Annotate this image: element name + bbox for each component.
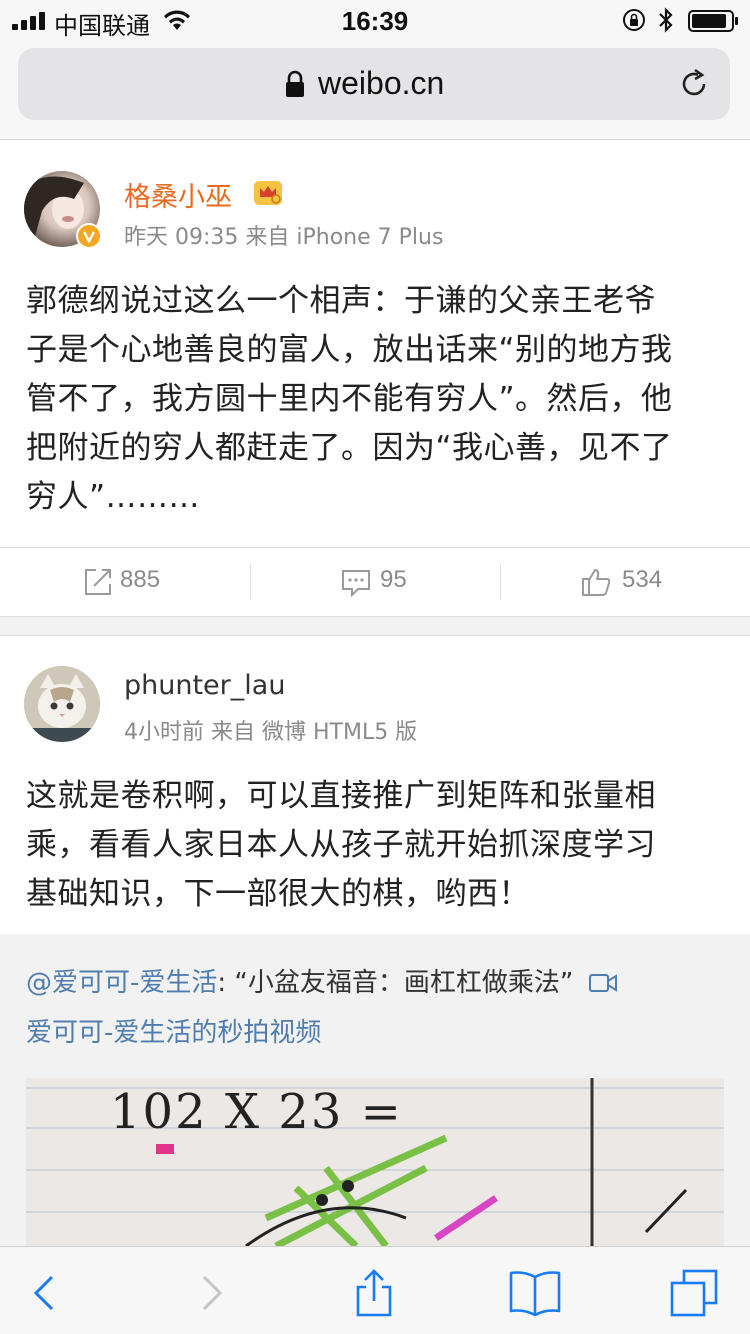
post-body-line: 穷人”……… — [26, 479, 201, 515]
video-source-link[interactable]: 爱可可-爱生活的秒拍视频 — [26, 1014, 321, 1052]
repost-quote: “小盆友福音：画杠杠做乘法” — [234, 968, 574, 998]
comment-button[interactable]: 95 — [250, 548, 500, 616]
like-icon — [582, 569, 611, 596]
repost-line: @爱可可-爱生活: “小盆友福音：画杠杠做乘法” — [26, 964, 618, 1002]
verified-badge-icon — [76, 223, 102, 249]
post-meta: 4小时前 来自 微博 HTML5 版 — [124, 720, 418, 745]
browser-chrome: weibo.cn — [0, 40, 750, 140]
forward-icon[interactable] — [186, 1269, 234, 1317]
address-bar[interactable]: weibo.cn — [18, 48, 730, 120]
post-body-line: 基础知识，下一部很大的棋，哟西！ — [26, 876, 530, 912]
avatar[interactable] — [24, 666, 100, 742]
repost-icon — [85, 569, 111, 595]
browser-toolbar — [0, 1246, 750, 1334]
share-icon[interactable] — [350, 1269, 398, 1317]
quoted-repost[interactable]: @爱可可-爱生活: “小盆友福音：画杠杠做乘法” 爱可可-爱生活的秒拍视频 10… — [0, 934, 750, 1246]
post-meta: 昨天 09:35 来自 iPhone 7 Plus — [124, 225, 444, 250]
video-icon[interactable] — [588, 971, 618, 995]
back-icon[interactable] — [22, 1269, 70, 1317]
avatar-cat — [24, 666, 100, 742]
post-body-line: 乘，看看人家日本人从孩子就开始抓深度学习 — [26, 827, 656, 863]
video-thumbnail[interactable]: 102 X 23 = — [26, 1078, 724, 1246]
crown-badge-icon — [254, 181, 282, 205]
post-actions: 885 95 534 — [0, 548, 750, 616]
like-button[interactable]: 534 — [500, 548, 750, 616]
tabs-icon[interactable] — [670, 1269, 718, 1317]
rotation-lock-icon — [623, 9, 645, 31]
video-caption: 102 X 23 = — [110, 1084, 403, 1140]
username[interactable]: phunter_lau — [124, 670, 285, 701]
post-body-line: 把附近的穷人都赶走了。因为“我心善，见不了 — [26, 430, 673, 466]
bluetooth-icon — [659, 7, 673, 33]
status-bar: 中国联通 16:39 — [0, 0, 750, 40]
like-count: 534 — [622, 566, 663, 593]
comment-icon — [342, 570, 370, 598]
repost-author-link[interactable]: @爱可可-爱生活 — [26, 968, 217, 998]
username[interactable]: 格桑小巫 — [124, 175, 232, 214]
post-body-line: 这就是卷积啊，可以直接推广到矩阵和张量相 — [26, 778, 656, 814]
comment-count: 95 — [380, 566, 407, 593]
reload-icon[interactable] — [678, 68, 710, 100]
lock-icon — [286, 70, 304, 97]
post-body: 这就是卷积啊，可以直接推广到矩阵和张量相 乘，看看人家日本人从孩子就开始抓深度学… — [26, 772, 726, 919]
post-body-line: 子是个心地善良的富人，放出话来“别的地方我 — [26, 332, 673, 368]
post-body-line: 管不了，我方圆十里内不能有穷人”。然后，他 — [26, 381, 673, 417]
post-body-line: 郭德纲说过这么一个相声：于谦的父亲王老爷 — [26, 283, 656, 319]
repost-separator: : — [217, 968, 235, 998]
bookmarks-icon[interactable] — [508, 1269, 562, 1317]
battery-icon — [688, 10, 738, 32]
post-body: 郭德纲说过这么一个相声：于谦的父亲王老爷 子是个心地善良的富人，放出话来“别的地… — [26, 277, 726, 522]
repost-count: 885 — [120, 566, 161, 593]
url-text: weibo.cn — [318, 65, 445, 101]
weibo-post: 格桑小巫 昨天 09:35 来自 iPhone 7 Plus 郭德纲说过这么一个… — [0, 141, 750, 617]
feed-gap — [0, 617, 750, 635]
repost-button[interactable]: 885 — [0, 548, 250, 616]
